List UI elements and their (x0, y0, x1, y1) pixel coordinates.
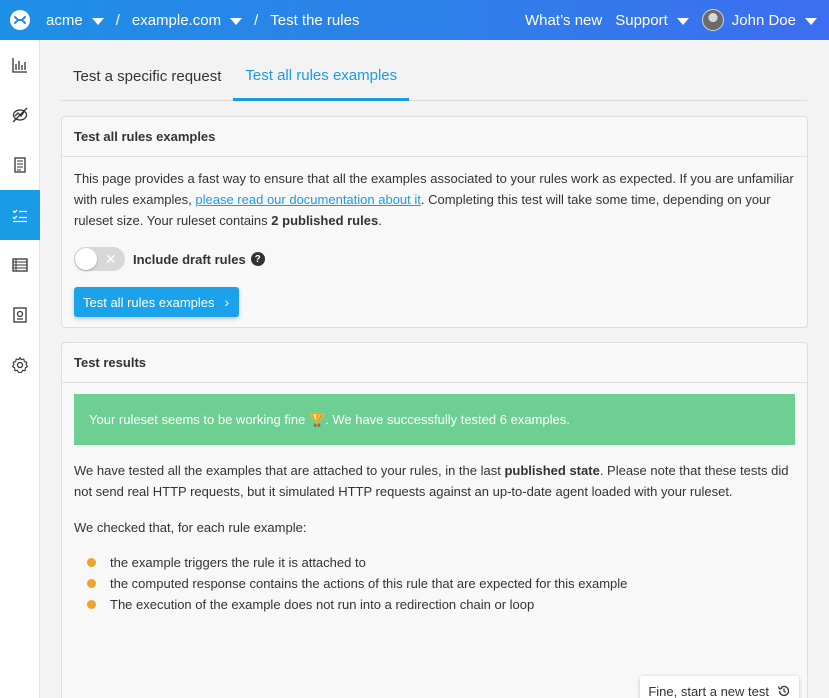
support-label: Support (615, 11, 668, 29)
test-all-rules-card: Test all rules examples This page provid… (61, 116, 808, 328)
sidebar-item-documents[interactable] (0, 140, 40, 190)
documentation-link[interactable]: please read our documentation about it (195, 192, 421, 207)
list-item: the example triggers the rule it is atta… (74, 552, 795, 573)
check-text: the example triggers the rule it is atta… (110, 555, 366, 570)
gear-icon (11, 356, 29, 374)
bullet-icon (87, 579, 96, 588)
history-icon (777, 685, 790, 697)
button-label: Test all rules examples (83, 294, 215, 310)
main-content: Test a specific request Test all rules e… (61, 40, 809, 698)
support-menu[interactable]: Support (615, 12, 689, 29)
sidebar-item-certificates[interactable] (0, 290, 40, 340)
sidebar-item-analytics[interactable] (0, 40, 40, 90)
whats-new-label: What’s new (524, 11, 603, 29)
include-draft-label: Include draft rules (133, 251, 246, 267)
intro-paragraph: This page provides a fast way to ensure … (74, 168, 795, 231)
analytics-icon (12, 58, 27, 73)
results-text: We have tested all the examples that are… (74, 463, 505, 478)
success-alert: Your ruleset seems to be working fine 🏆.… (74, 394, 795, 445)
chevron-right-icon: › (224, 293, 230, 310)
badge-icon (13, 307, 27, 323)
page-title: Test the rules (270, 11, 360, 29)
checklist-icon (12, 209, 27, 223)
bullet-icon (87, 600, 96, 609)
close-icon: ✕ (105, 251, 117, 267)
sidebar-item-settings[interactable] (0, 340, 40, 390)
whats-new-link[interactable]: What’s new (525, 12, 602, 29)
site-name: example.com (131, 11, 222, 29)
results-paragraph: We have tested all the examples that are… (74, 460, 795, 502)
test-all-rules-button[interactable]: Test all rules examples › (74, 287, 240, 317)
breadcrumb-separator: / (115, 11, 120, 29)
checks-list: the example triggers the rule it is atta… (74, 552, 795, 615)
help-icon[interactable]: ? (250, 252, 265, 266)
user-name: John Doe (731, 11, 796, 29)
chevron-down-icon (91, 17, 104, 25)
alert-text: Your ruleset seems to be working fine (89, 412, 306, 427)
card-title: Test all rules examples (62, 117, 807, 157)
intro-text: . (378, 213, 382, 228)
avatar (701, 9, 724, 31)
button-label: Fine, start a new test (648, 683, 769, 698)
list-icon (12, 258, 28, 272)
checks-intro: We checked that, for each rule example: (74, 520, 307, 535)
bullet-icon (87, 558, 96, 567)
chevron-down-icon (230, 17, 243, 25)
document-icon (14, 157, 26, 173)
published-state: published state (504, 463, 600, 478)
sidebar-item-monitoring[interactable] (0, 90, 40, 140)
toggle-knob (75, 248, 97, 270)
org-selector[interactable]: acme (46, 12, 104, 29)
test-results-card: Test results Your ruleset seems to be wo… (61, 342, 808, 698)
list-item: The execution of the example does not ru… (74, 594, 795, 615)
top-bar: acme / example.com / Test the rules What… (0, 0, 829, 40)
tab-label: Test all rules examples (245, 67, 398, 84)
chevron-down-icon (676, 17, 689, 25)
app-logo-icon[interactable] (10, 10, 30, 30)
tab-test-specific-request[interactable]: Test a specific request (61, 67, 233, 100)
sidebar (0, 40, 40, 698)
trophy-icon: 🏆 (308, 412, 326, 427)
start-new-test-button[interactable]: Fine, start a new test (640, 676, 799, 698)
alert-text: . We have successfully tested 6 examples… (325, 412, 570, 427)
tab-test-all-rules-examples[interactable]: Test all rules examples (233, 66, 410, 101)
breadcrumb-separator: / (254, 11, 259, 29)
user-menu[interactable]: John Doe (701, 9, 817, 31)
check-text: the computed response contains the actio… (110, 576, 628, 591)
include-draft-toggle[interactable]: ✕ (74, 247, 125, 271)
include-draft-row: ✕ Include draft rules ? (74, 247, 795, 271)
sidebar-item-logs[interactable] (0, 240, 40, 290)
tab-bar: Test a specific request Test all rules e… (61, 40, 807, 101)
breadcrumb-current-page: Test the rules (270, 12, 359, 29)
site-selector[interactable]: example.com (131, 11, 243, 29)
org-name: acme (46, 11, 83, 29)
card-title: Test results (62, 343, 807, 383)
check-text: The execution of the example does not ru… (110, 597, 535, 612)
monitoring-icon (12, 107, 28, 123)
published-rules-count: 2 published rules (271, 213, 379, 228)
tab-label: Test a specific request (73, 68, 222, 85)
list-item: the computed response contains the actio… (74, 573, 795, 594)
chevron-down-icon (805, 17, 817, 25)
sidebar-item-test-rules[interactable] (0, 190, 40, 240)
